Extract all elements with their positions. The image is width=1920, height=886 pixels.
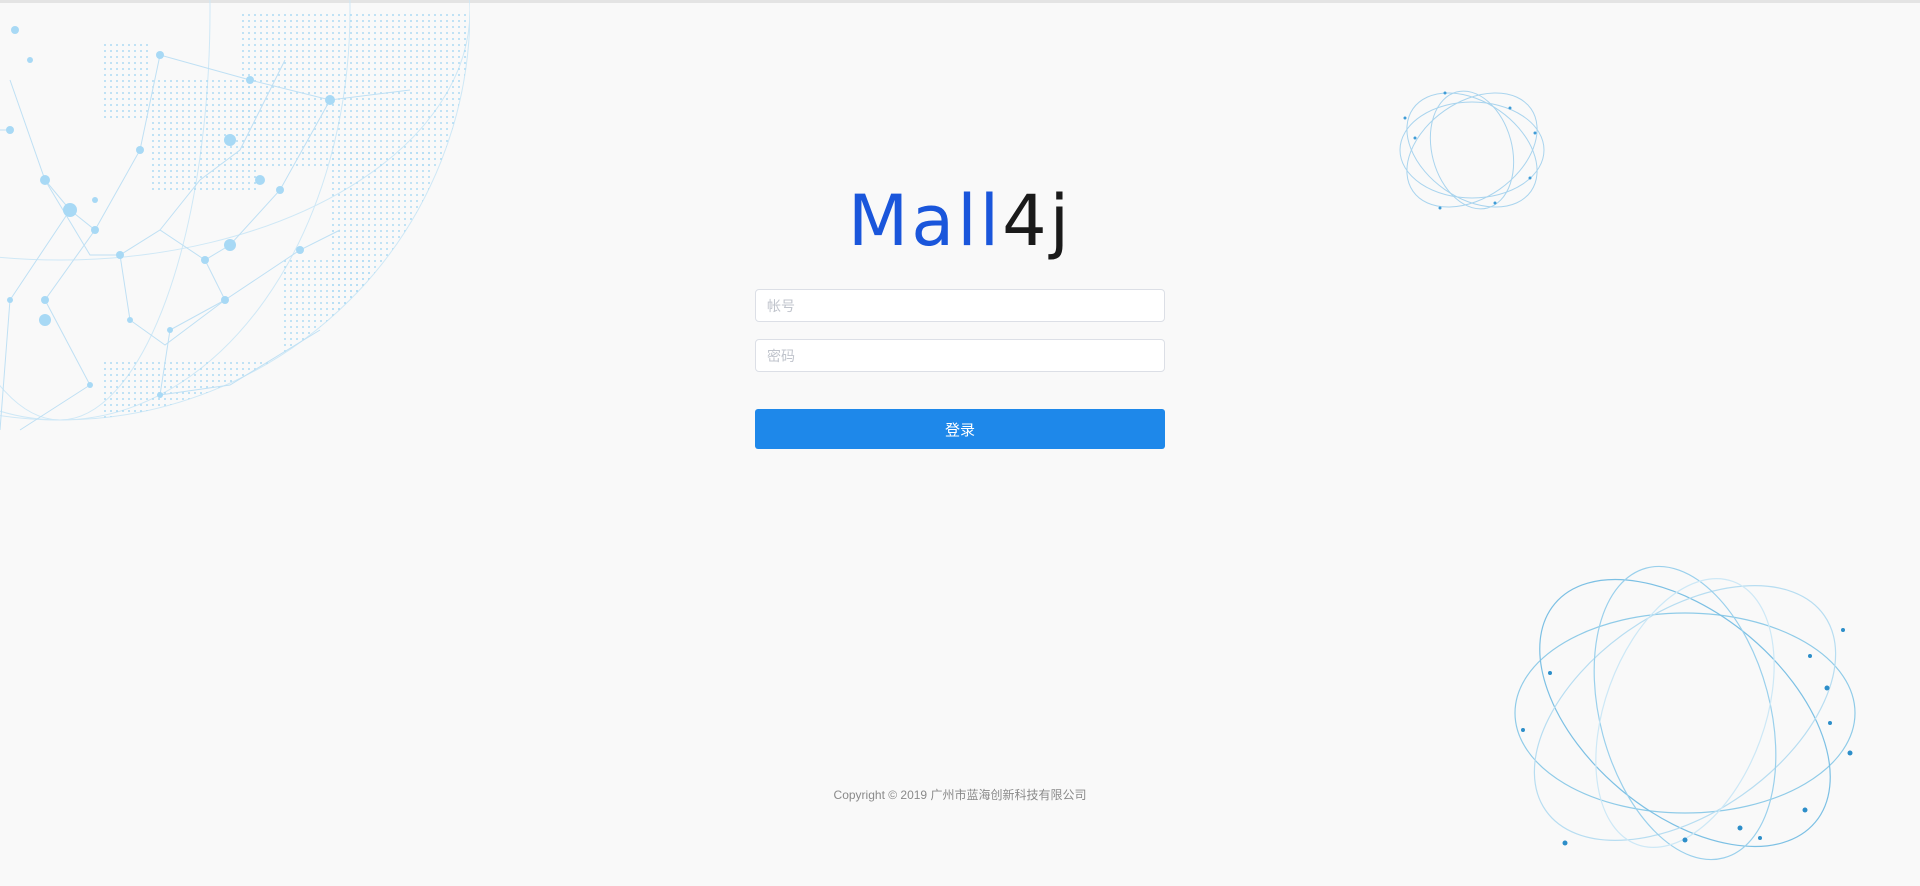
login-button[interactable]: 登录 (755, 409, 1165, 449)
brand-logo: Mall4j (0, 186, 1920, 256)
copyright-text: Copyright © 2019 广州市蓝海创新科技有限公司 (833, 788, 1087, 802)
password-input[interactable] (755, 339, 1165, 372)
logo-text-primary: Mall (847, 180, 1003, 262)
logo-text-secondary: 4j (1002, 180, 1073, 262)
orbit-rings-large-icon (1514, 565, 1856, 861)
top-border (0, 0, 1920, 3)
login-form: 登录 (755, 289, 1165, 449)
username-input[interactable] (755, 289, 1165, 322)
